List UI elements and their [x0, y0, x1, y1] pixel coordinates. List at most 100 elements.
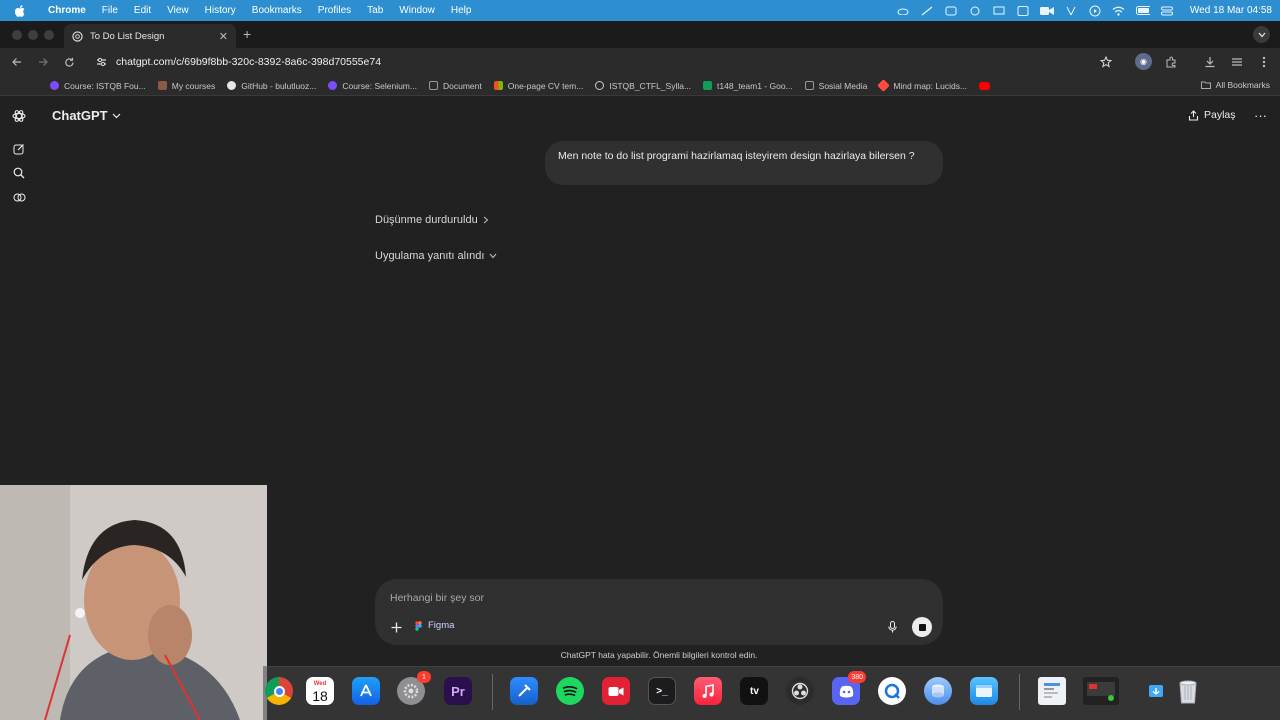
- menu-help[interactable]: Help: [443, 5, 480, 16]
- feather-status-icon[interactable]: [920, 5, 934, 17]
- dock-premiere-icon[interactable]: Pr: [444, 677, 472, 705]
- thinking-status-toggle[interactable]: Düşünme durduruldu: [375, 214, 489, 226]
- bookmark-github[interactable]: GitHub - bulutluoz...: [221, 81, 322, 91]
- dock-apple-tv-icon[interactable]: tv: [740, 677, 768, 705]
- menu-tab[interactable]: Tab: [359, 5, 391, 16]
- control-center-icon[interactable]: [1160, 5, 1174, 17]
- battery-icon[interactable]: [1135, 5, 1150, 17]
- share-icon: [1188, 109, 1199, 121]
- dock-terminal-icon[interactable]: >_: [648, 677, 676, 705]
- bookmark-youtube[interactable]: [973, 81, 996, 90]
- bookmark-star-icon[interactable]: [1099, 55, 1113, 69]
- dock-recent-window-thumbnail[interactable]: [1083, 677, 1119, 705]
- figma-label: Figma: [428, 620, 455, 631]
- lucid-icon: [877, 79, 891, 92]
- figma-app-chip[interactable]: Figma: [415, 620, 454, 631]
- bookmark-label: GitHub - bulutluoz...: [241, 80, 317, 91]
- chrome-menu-icon[interactable]: [1257, 55, 1271, 69]
- dock-disk-utility-icon[interactable]: [924, 677, 952, 705]
- sync-status-icon[interactable]: [944, 5, 958, 17]
- play-status-icon[interactable]: [1088, 5, 1102, 17]
- address-bar[interactable]: chatgpt.com/c/69b9f8bb-320c-8392-8a6c-39…: [88, 51, 1128, 73]
- window-minimize-button[interactable]: [28, 30, 38, 40]
- bookmark-istqb-syllabus[interactable]: ISTQB_CTFL_Sylla...: [589, 81, 697, 91]
- menu-history[interactable]: History: [197, 5, 244, 16]
- bookmark-selenium-course[interactable]: Course: Selenium...: [322, 81, 423, 91]
- apple-tv-label: tv: [750, 685, 759, 697]
- search-chats-icon[interactable]: [11, 165, 27, 181]
- dock-record-app-icon[interactable]: [602, 677, 630, 705]
- model-picker-button[interactable]: ChatGPT: [52, 108, 121, 123]
- new-tab-button[interactable]: +: [243, 26, 251, 42]
- profile-avatar-icon[interactable]: ◉: [1135, 53, 1152, 70]
- menu-view[interactable]: View: [159, 5, 197, 16]
- download-icon[interactable]: [1203, 55, 1217, 69]
- wifi-icon[interactable]: [1112, 5, 1126, 17]
- reload-icon[interactable]: [62, 55, 76, 69]
- site-settings-icon[interactable]: [96, 57, 107, 67]
- bookmark-cv-template[interactable]: One-page CV tem...: [488, 81, 590, 91]
- all-bookmarks-button[interactable]: All Bookmarks: [1200, 80, 1270, 90]
- n-status-icon[interactable]: [1016, 5, 1030, 17]
- dock-spotify-icon[interactable]: [556, 677, 584, 705]
- bookmark-istqb-course[interactable]: Course: ISTQB Fou...: [44, 81, 152, 91]
- activity-status-icon[interactable]: [968, 5, 982, 17]
- dock-obs-icon[interactable]: [786, 677, 814, 705]
- customize-chrome-icon[interactable]: [1230, 55, 1244, 69]
- more-options-icon[interactable]: ···: [1254, 108, 1267, 123]
- tab-close-icon[interactable]: ✕: [219, 30, 228, 43]
- apple-menu-icon[interactable]: [0, 4, 40, 17]
- calendar-day-label: 18: [312, 687, 328, 704]
- back-arrow-icon[interactable]: [10, 55, 24, 69]
- dock-discord-icon[interactable]: 380: [832, 671, 866, 705]
- folder-icon: [1200, 81, 1211, 89]
- share-button[interactable]: Paylaş: [1188, 109, 1236, 121]
- tab-title: To Do List Design: [90, 30, 165, 42]
- dock-xcode-icon[interactable]: [510, 677, 538, 705]
- forward-arrow-icon[interactable]: [36, 55, 50, 69]
- menu-file[interactable]: File: [94, 5, 126, 16]
- dock-calendar-icon[interactable]: Wed 18: [306, 677, 334, 705]
- bookmark-folder-document[interactable]: Document: [423, 81, 488, 91]
- dock-app-store-icon[interactable]: [352, 677, 380, 705]
- menu-bookmarks[interactable]: Bookmarks: [244, 5, 310, 16]
- dock-chrome-icon[interactable]: [265, 677, 293, 705]
- chevron-right-icon: [483, 216, 489, 224]
- extensions-puzzle-icon[interactable]: [1164, 55, 1178, 69]
- dock-recent-document-thumbnail[interactable]: [1038, 677, 1066, 705]
- wireless-status-icon[interactable]: [1064, 5, 1078, 17]
- menu-edit[interactable]: Edit: [126, 5, 159, 16]
- dock-music-icon[interactable]: [694, 677, 722, 705]
- dock-quick-share-icon[interactable]: [878, 677, 906, 705]
- tab-search-icon[interactable]: [1253, 26, 1270, 43]
- app-response-toggle[interactable]: Uygulama yanıtı alındı: [375, 250, 497, 262]
- add-attachment-button[interactable]: [388, 619, 404, 635]
- url-text[interactable]: chatgpt.com/c/69b9f8bb-320c-8392-8a6c-39…: [116, 56, 381, 68]
- menubar-clock[interactable]: Wed 18 Mar 04:58: [1190, 5, 1272, 16]
- bookmark-lucid-mind-map[interactable]: Mind map: Lucids...: [873, 79, 973, 92]
- dock-downloads-stack-icon[interactable]: [1142, 677, 1170, 705]
- openai-logo-icon[interactable]: [11, 108, 27, 124]
- dock-finder-window-icon[interactable]: [970, 677, 998, 705]
- dock-trash-icon[interactable]: [1174, 677, 1202, 705]
- menu-profiles[interactable]: Profiles: [310, 5, 359, 16]
- prompt-input[interactable]: [390, 591, 840, 605]
- bookmark-my-courses[interactable]: My courses: [152, 81, 221, 91]
- browser-tab-active[interactable]: To Do List Design ✕: [64, 24, 236, 48]
- menu-app-name[interactable]: Chrome: [40, 5, 94, 16]
- cloud-status-icon[interactable]: [896, 5, 910, 17]
- microphone-icon[interactable]: [884, 619, 900, 635]
- stop-generating-button[interactable]: [912, 617, 932, 637]
- new-chat-icon[interactable]: [11, 141, 27, 157]
- window-close-button[interactable]: [12, 30, 22, 40]
- bookmark-folder-social-media[interactable]: Sosial Media: [799, 81, 874, 91]
- display-status-icon[interactable]: [992, 5, 1006, 17]
- camera-status-icon[interactable]: [1039, 5, 1054, 17]
- webcam-person-image: [0, 485, 267, 720]
- dock-system-settings-icon[interactable]: 1: [397, 671, 431, 705]
- bookmarks-bar: Course: ISTQB Fou... My courses GitHub -…: [0, 76, 1280, 96]
- bookmark-team-sheet[interactable]: t148_team1 - Goo...: [697, 81, 799, 91]
- menu-window[interactable]: Window: [391, 5, 443, 16]
- window-zoom-button[interactable]: [44, 30, 54, 40]
- gpts-icon[interactable]: [11, 189, 27, 205]
